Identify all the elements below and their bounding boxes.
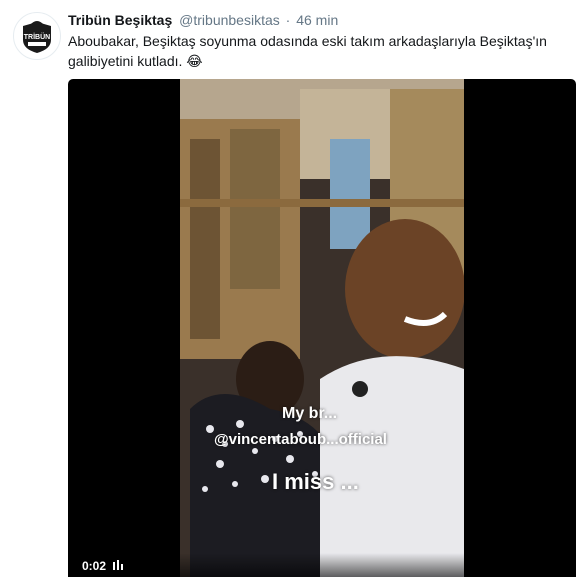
avatar[interactable]: TRİBÜN bbox=[13, 12, 61, 60]
video-timestamp: 0:02 bbox=[82, 559, 124, 573]
svg-text:TRİBÜN: TRİBÜN bbox=[24, 32, 50, 41]
tweet-card[interactable]: TRİBÜN Tribün Beşiktaş @tribunbesiktas ·… bbox=[0, 0, 586, 577]
video-controls[interactable]: 0:02 bbox=[68, 553, 576, 577]
handle[interactable]: @tribunbesiktas bbox=[179, 12, 280, 28]
volume-icon[interactable] bbox=[113, 559, 124, 573]
tweet-text: Aboubakar, Beşiktaş soyunma odasında esk… bbox=[68, 31, 568, 72]
tweet-body: Aboubakar, Beşiktaş soyunma odasında esk… bbox=[68, 33, 547, 69]
tribun-logo-icon: TRİBÜN bbox=[15, 14, 59, 58]
laughing-emoji-icon: 😂 bbox=[186, 54, 203, 70]
tweet-time[interactable]: 46 min bbox=[296, 12, 338, 28]
display-name[interactable]: Tribün Beşiktaş bbox=[68, 12, 172, 28]
video-player[interactable]: My br... @vincentaboub...official I miss… bbox=[68, 79, 576, 577]
video-caption-line-2: @vincentaboub...official bbox=[214, 431, 387, 448]
video-caption-line-3: I miss ... bbox=[272, 469, 359, 494]
separator-dot: · bbox=[285, 12, 291, 28]
video-frame[interactable]: My br... @vincentaboub...official I miss… bbox=[180, 79, 464, 577]
video-caption-line-1: My br... bbox=[282, 405, 338, 422]
tweet-header: Tribün Beşiktaş @tribunbesiktas · 46 min bbox=[68, 11, 338, 29]
video-time-label: 0:02 bbox=[82, 559, 107, 573]
video-still-icon bbox=[180, 79, 464, 577]
